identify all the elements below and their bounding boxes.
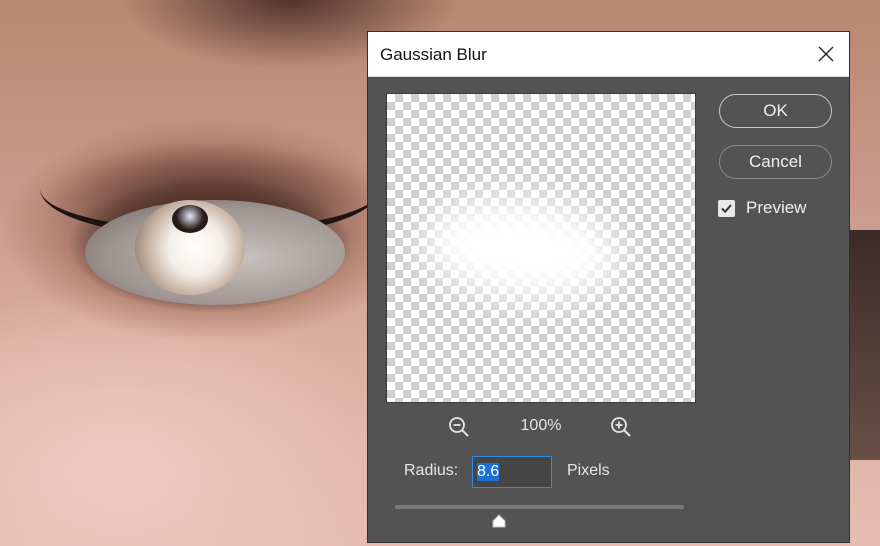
ok-button[interactable]: OK [719,94,832,128]
zoom-level: 100% [520,417,562,434]
hair-edge [848,230,880,460]
dialog-titlebar[interactable]: Gaussian Blur [368,32,849,77]
blurred-highlight [439,210,605,288]
preview-checkbox-box[interactable] [718,199,735,217]
checkmark-icon [721,203,732,213]
zoom-out-button[interactable] [447,415,471,439]
zoom-controls: 100% [386,413,696,439]
pupil [172,205,208,233]
radius-input[interactable] [472,456,552,488]
zoom-out-icon [449,417,469,437]
radius-slider-thumb[interactable] [491,514,507,528]
radius-units: Pixels [567,462,610,479]
close-icon [818,46,834,62]
zoom-in-icon [611,417,631,437]
radius-slider-track[interactable] [395,505,684,509]
radius-label: Radius: [404,462,459,479]
gaussian-blur-dialog: Gaussian Blur 100% Radius: Pixe [367,31,850,543]
close-button[interactable] [809,38,843,70]
dialog-title: Gaussian Blur [380,45,487,64]
preview-checkbox[interactable]: Preview [718,198,806,218]
zoom-in-button[interactable] [609,415,633,439]
preview-label: Preview [746,198,807,217]
slider-thumb-icon [492,514,506,528]
cancel-button[interactable]: Cancel [719,145,832,179]
preview-canvas[interactable] [386,93,696,403]
